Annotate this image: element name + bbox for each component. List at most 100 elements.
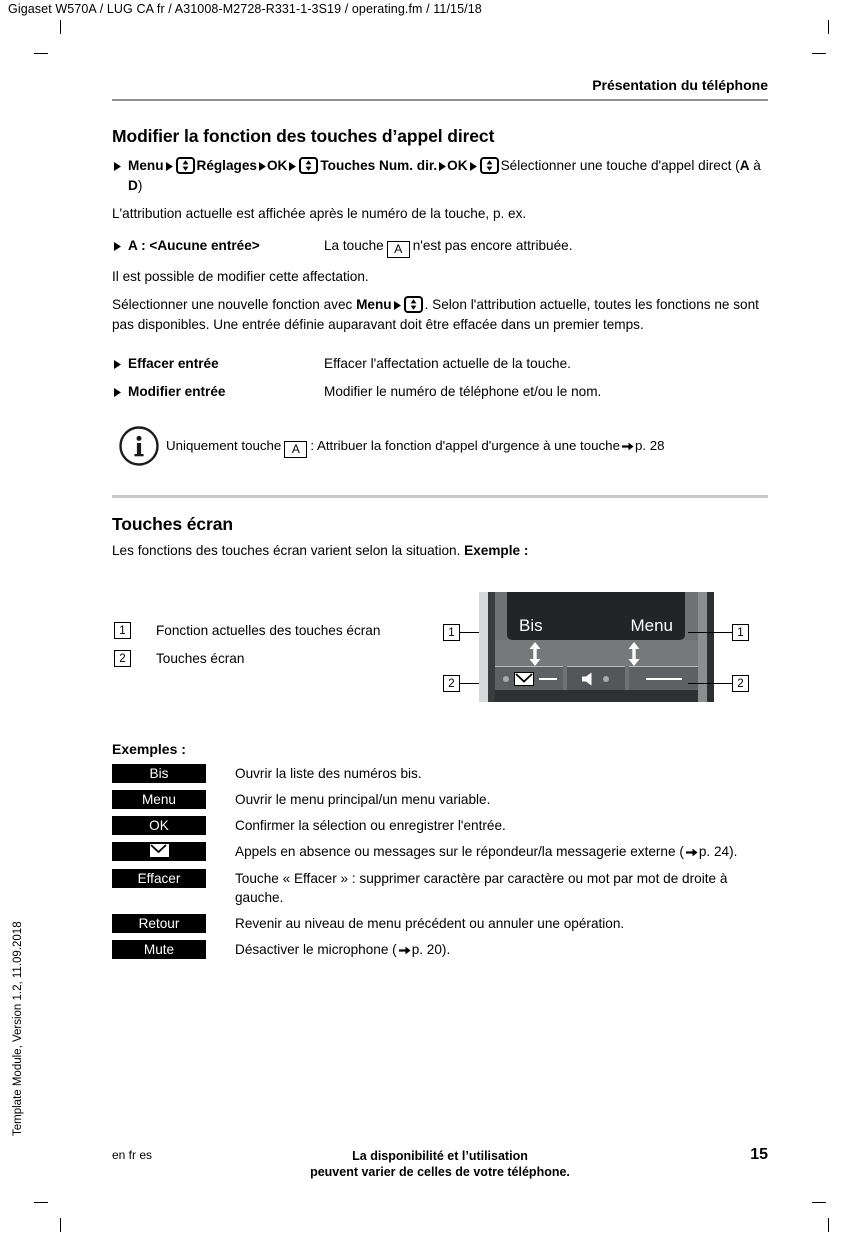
- example-desc-retour: Revenir au niveau de menu précédent ou a…: [235, 915, 625, 931]
- up-down-arrow-icon-right: [627, 641, 641, 666]
- legend-label-2: Touches écran: [156, 650, 245, 666]
- softkey-envelope-key: [112, 841, 206, 861]
- header-rule: [112, 99, 768, 101]
- legend-number-1: 1: [114, 621, 131, 639]
- envelope-icon-phone: [514, 671, 534, 686]
- option-desc-effacer: Effacer l'affectation actuelle de la tou…: [324, 356, 571, 371]
- option-row-effacer: Effacer entrée Effacer l'affectation actu…: [112, 354, 768, 373]
- envelope-icon: [148, 842, 170, 858]
- phone-bottom-band: [495, 689, 698, 702]
- softkey-label-menu: Menu: [112, 789, 206, 809]
- crop-mark-top-right: [828, 20, 829, 34]
- side-note: Template Module, Version 1.2, 11.09.2018: [12, 921, 24, 1136]
- phone-edge-right-light: [698, 591, 707, 702]
- legend-row-1: 1 Fonction actuelles des touches écran: [114, 621, 381, 639]
- right-key-dash-icon: [646, 677, 682, 680]
- legend-list: 1 Fonction actuelles des touches écran 2…: [114, 621, 381, 678]
- menu-path-text: Menu Réglages OK Touches Num. dir. OK Sélecti…: [128, 156, 768, 195]
- leader-line-bottom-right: [688, 682, 732, 684]
- bullet-triangle-icon: [112, 156, 128, 195]
- example-desc-bis: Ouvrir la liste des numéros bis.: [235, 765, 422, 781]
- callout-number-top-right: 1: [732, 623, 749, 641]
- mute-desc-text: Désactiver le microphone (: [235, 941, 397, 957]
- callout-number-top-left: 1: [443, 623, 460, 641]
- example-desc-menu: Ouvrir le menu principal/un menu variabl…: [235, 791, 491, 807]
- running-header: Présentation du téléphone: [592, 77, 768, 93]
- footer-disclaimer: La disponibilité et l’utilisation peuven…: [230, 1148, 650, 1180]
- path-ok-label-2: OK: [447, 158, 468, 173]
- cross-ref-arrow-icon: [621, 437, 634, 456]
- messages-ref: p. 24: [698, 843, 730, 859]
- touches-ecran-intro: Les fonctions des touches écran varient …: [112, 542, 768, 561]
- examples-title: Exemples :: [112, 740, 186, 757]
- path-select-end: ): [137, 178, 143, 193]
- nav-key-icon-4: [403, 296, 423, 313]
- note-middle: : Attribuer la fonction d'appel d'urgenc…: [310, 438, 620, 453]
- phone-edge-left-light: [479, 591, 488, 702]
- select-para-before: Sélectionner une nouvelle fonction avec: [112, 297, 357, 312]
- phone-mid-panel: [495, 639, 698, 666]
- info-note-text: Uniquement touche A: Attribuer la fonctio…: [166, 425, 768, 458]
- footer-disclaimer-line2: peuvent varier de celles de votre téléph…: [310, 1165, 570, 1179]
- example-entry-desc-after: n'est pas encore attribuée.: [412, 237, 573, 253]
- section-heading-modifier: Modifier la fonction des touches d’appel…: [112, 126, 495, 146]
- paragraph-modify: Il est possible de modifier cette affect…: [112, 268, 369, 284]
- path-arrow-icon-5: [469, 157, 477, 176]
- bullet-triangle-icon-2: [112, 236, 128, 258]
- path-arrow-icon-6: [393, 297, 401, 316]
- leader-line-top-right: [688, 631, 732, 633]
- softkey-label-bis: Bis: [112, 763, 206, 783]
- crop-mark-bottom-right: [828, 1218, 829, 1232]
- path-arrow-icon-2: [258, 157, 266, 176]
- bullet-triangle-icon-3: [112, 354, 128, 373]
- screen-softkey-left-label: Bis: [519, 615, 543, 635]
- section-divider-rule: [112, 495, 768, 498]
- nav-key-icon-2: [299, 157, 319, 174]
- info-icon: [118, 425, 160, 467]
- center-key-dot-icon: [603, 675, 609, 682]
- crop-mark-right-bottom: [812, 1202, 826, 1203]
- path-arrow-icon-3: [289, 157, 297, 176]
- legend-row-2: 2 Touches écran: [114, 649, 380, 667]
- footer-disclaimer-line1: La disponibilité et l’utilisation: [352, 1149, 528, 1163]
- phone-key-row: [495, 665, 698, 690]
- path-menu-label: Menu: [128, 158, 164, 173]
- callout-number-bottom-right: 2: [732, 674, 749, 692]
- left-key-dash-icon: [539, 677, 557, 680]
- softkey-label-retour: Retour: [112, 913, 206, 933]
- cross-ref-arrow-icon-24: [685, 843, 698, 862]
- softkey-label-mute: Mute: [112, 939, 206, 959]
- document-identifier: Gigaset W570A / LUG CA fr / A31008-M2728…: [8, 2, 482, 16]
- path-reglages-label: Réglages: [196, 158, 257, 173]
- path-select-text: Sélectionner une touche d'appel direct (: [500, 158, 740, 173]
- example-row-mute: Mute Désactiver le microphone (p. 20).: [112, 939, 768, 960]
- path-ok-label-1: OK: [266, 158, 288, 173]
- example-row-menu: Menu Ouvrir le menu principal/un menu va…: [112, 789, 768, 809]
- footer-languages: en fr es: [112, 1148, 153, 1162]
- paragraph-select-function: Sélectionner une nouvelle fonction avec …: [112, 296, 768, 334]
- select-para-menu: Menu: [356, 297, 392, 312]
- softkey-label-ok: OK: [112, 815, 206, 835]
- cross-ref-arrow-icon-20: [398, 941, 411, 960]
- example-row-retour: Retour Revenir au niveau de menu précéde…: [112, 913, 768, 933]
- example-entry-term: A : <Aucune entrée>: [128, 237, 260, 253]
- example-entry-desc-before: La touche: [324, 237, 384, 253]
- legend-label-1: Fonction actuelles des touches écran: [156, 622, 381, 638]
- mute-desc-end: ).: [441, 941, 451, 957]
- option-term-effacer: Effacer entrée: [128, 356, 219, 371]
- path-range-d: D: [128, 178, 138, 193]
- path-range-a: A: [739, 158, 750, 173]
- crop-mark-left-bottom: [34, 1202, 48, 1203]
- crop-mark-left-top: [34, 53, 48, 54]
- page-number: 15: [750, 1146, 768, 1163]
- info-note: Uniquement touche A: Attribuer la fonctio…: [112, 425, 768, 469]
- callout-number-bottom-left: 2: [443, 674, 460, 692]
- screen-softkey-right-label: Menu: [630, 615, 673, 635]
- phone-edge-right-dark: [707, 591, 714, 702]
- up-down-arrow-icon-left: [528, 641, 542, 666]
- path-arrow-icon-1: [165, 157, 173, 176]
- path-arrow-icon-4: [439, 157, 447, 176]
- menu-path-bullet: Menu Réglages OK Touches Num. dir. OK Sélecti…: [112, 156, 768, 195]
- option-desc-modifier: Modifier le numéro de téléphone et/ou le…: [324, 384, 602, 399]
- example-entry-bullet: A : <Aucune entrée> La touche An'est pas e…: [112, 236, 768, 258]
